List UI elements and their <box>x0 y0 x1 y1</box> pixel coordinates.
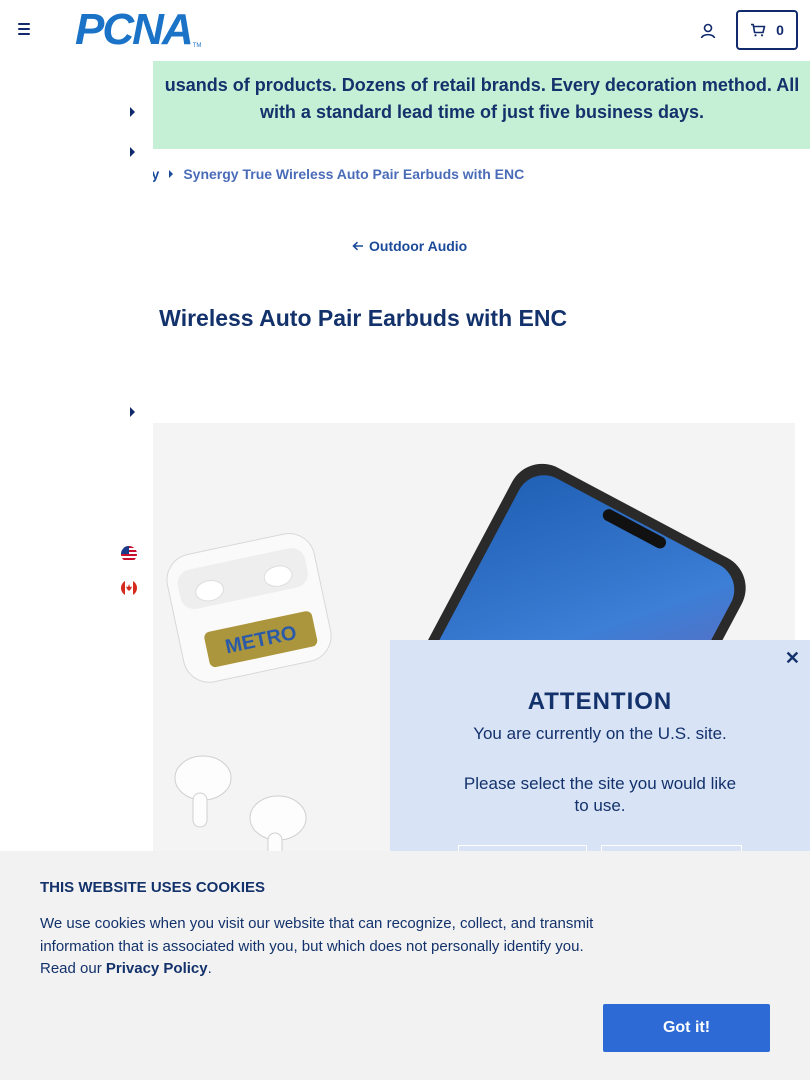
arrow-left-icon <box>352 241 363 251</box>
pcna-logo[interactable]: PCNA TM <box>75 5 202 54</box>
canada-flag-icon[interactable] <box>121 580 137 596</box>
modal-title: ATTENTION <box>527 688 673 715</box>
breadcrumb-separator-icon <box>169 170 174 178</box>
page: PCNA TM 0 usands of products. Dozens of … <box>0 0 810 1080</box>
expand-caret-icon[interactable] <box>130 107 135 117</box>
cookie-banner: THIS WEBSITE USES COOKIES We use cookies… <box>0 851 810 1080</box>
site-selector-modal: ✕ ATTENTION You are currently on the U.S… <box>390 640 810 885</box>
modal-instruction-text: Please select the site you would like to… <box>463 774 737 815</box>
back-link-label: Outdoor Audio <box>369 238 468 254</box>
us-flag-icon[interactable] <box>121 546 137 562</box>
cart-icon <box>751 23 766 37</box>
breadcrumb-current: Synergy True Wireless Auto Pair Earbuds … <box>183 166 525 182</box>
close-icon[interactable]: ✕ <box>785 648 800 669</box>
cookie-banner-text: We use cookies when you visit our websit… <box>40 913 605 981</box>
modal-current-site-text: You are currently on the U.S. site. <box>473 724 727 743</box>
site-header: PCNA TM 0 <box>0 0 810 61</box>
logo-text: PCNA <box>75 5 194 54</box>
breadcrumb: gy Synergy True Wireless Auto Pair Earbu… <box>143 166 524 182</box>
expand-caret-icon[interactable] <box>130 407 135 417</box>
cookie-banner-title: THIS WEBSITE USES COOKIES <box>40 879 266 896</box>
cookie-body-tail: . <box>207 960 212 977</box>
hamburger-menu-icon[interactable] <box>18 20 40 40</box>
cart-count: 0 <box>776 22 784 38</box>
privacy-policy-link[interactable]: Privacy Policy <box>106 960 208 977</box>
logo-trademark: TM <box>192 43 202 49</box>
account-icon[interactable] <box>699 22 717 40</box>
cart-button[interactable]: 0 <box>736 10 798 50</box>
back-to-category-link[interactable]: Outdoor Audio <box>352 238 467 254</box>
product-title: e Wireless Auto Pair Earbuds with ENC <box>140 305 568 331</box>
expand-caret-icon[interactable] <box>130 147 135 157</box>
accept-cookies-button[interactable]: Got it! <box>603 1004 770 1052</box>
